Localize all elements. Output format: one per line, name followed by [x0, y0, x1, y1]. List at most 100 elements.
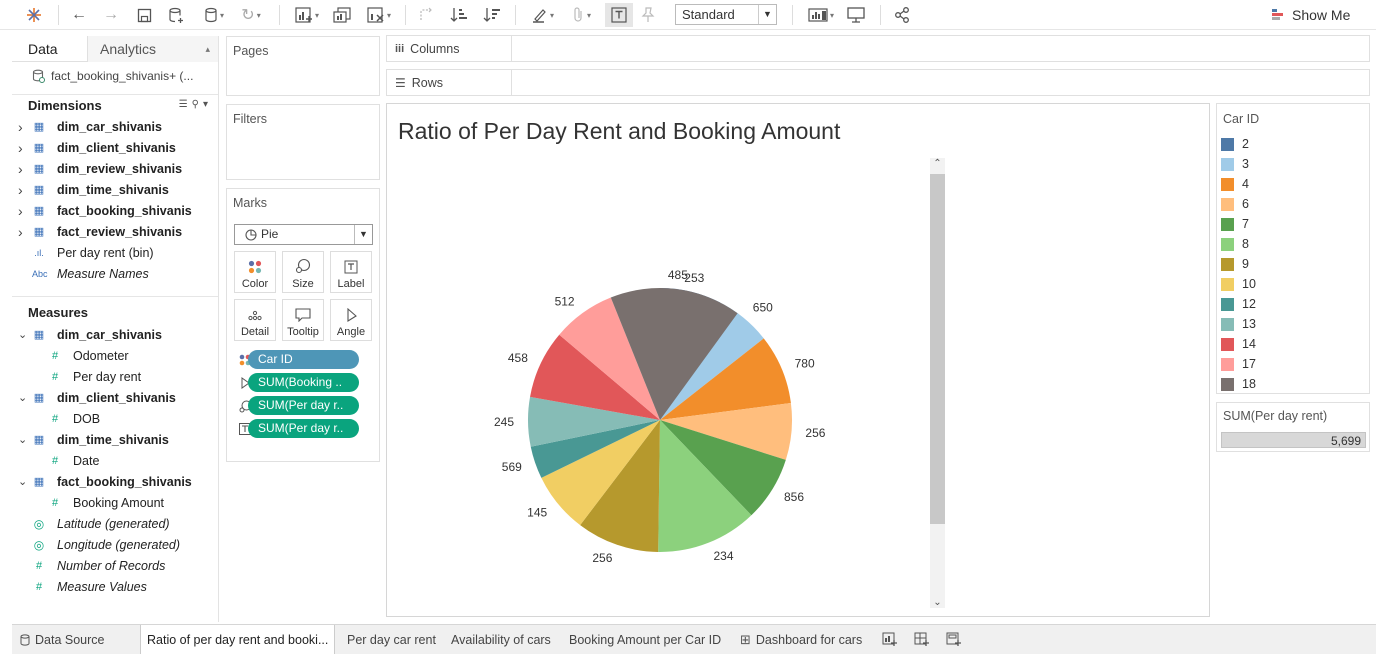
legend-item[interactable]: 3	[1221, 154, 1366, 174]
measure-dim-car-shivanis[interactable]: ⌄ ▦ dim_car_shivanis	[12, 324, 218, 345]
detail-button[interactable]: Detail	[234, 299, 276, 341]
new-dashboard-tab-icon[interactable]	[908, 625, 936, 654]
dimension-dim-client-shivanis[interactable]: › ▦ dim_client_shivanis	[12, 137, 218, 158]
chevron-down-icon[interactable]: ⌄	[18, 328, 28, 341]
share-icon[interactable]	[891, 3, 913, 27]
mark-type-dropdown[interactable]: Pie ▼	[234, 224, 373, 245]
measure-per-day-rent[interactable]: # Per day rent	[12, 366, 218, 387]
datasource-item[interactable]: fact_booking_shivanis+ (...	[12, 62, 218, 90]
chevron-right-icon[interactable]: ›	[18, 224, 28, 240]
dimension-fact-review-shivanis[interactable]: › ▦ fact_review_shivanis	[12, 221, 218, 242]
view-scrollbar[interactable]: ⌃ ⌄	[930, 158, 945, 608]
dimension-measure-names[interactable]: Abc Measure Names	[12, 263, 218, 284]
show-me-button[interactable]: Show Me	[1272, 5, 1350, 25]
chevron-right-icon[interactable]: ›	[18, 161, 28, 177]
redo-icon[interactable]: →	[100, 3, 122, 27]
sheet-tab-availability[interactable]: Availability of cars	[445, 625, 557, 654]
measure-longitude-generated[interactable]: ◎ Longitude (generated)	[12, 534, 218, 555]
rows-shelf[interactable]: ☰ Rows	[386, 69, 1370, 96]
chevron-right-icon[interactable]: ›	[18, 203, 28, 219]
new-worksheet-icon[interactable]: ▾	[289, 3, 325, 27]
dimension-dim-time-shivanis[interactable]: › ▦ dim_time_shivanis	[12, 179, 218, 200]
sheet-tab-dashboard[interactable]: ⊞ Dashboard for cars	[734, 625, 868, 654]
chevron-right-icon[interactable]: ›	[18, 140, 28, 156]
size-button[interactable]: Size	[282, 251, 324, 293]
tooltip-button[interactable]: Tooltip	[282, 299, 324, 341]
undo-icon[interactable]: ←	[68, 3, 90, 27]
pill-sum-per-day-label[interactable]: SUM(Per day r..	[248, 419, 359, 438]
legend-item[interactable]: 18	[1221, 374, 1366, 394]
columns-shelf[interactable]: iii Columns	[386, 35, 1370, 62]
dimension-per-day-rent-bin[interactable]: .ıl. Per day rent (bin)	[12, 242, 218, 263]
fit-dropdown[interactable]: Standard ▼	[675, 4, 777, 25]
scroll-thumb[interactable]	[930, 174, 945, 524]
legend-item[interactable]: 6	[1221, 194, 1366, 214]
chevron-right-icon[interactable]: ›	[18, 182, 28, 198]
legend-item[interactable]: 13	[1221, 314, 1366, 334]
save-icon[interactable]	[133, 3, 155, 27]
tab-analytics[interactable]: Analytics ▴	[87, 36, 218, 62]
chevron-right-icon[interactable]: ›	[18, 119, 28, 135]
measure-dim-time-shivanis[interactable]: ⌄ ▦ dim_time_shivanis	[12, 429, 218, 450]
filters-shelf[interactable]: Filters	[226, 104, 380, 180]
new-datasource-icon[interactable]	[164, 3, 188, 27]
measure-measure-values[interactable]: # Measure Values	[12, 576, 218, 597]
scroll-down-icon[interactable]: ⌄	[930, 597, 945, 608]
label-button[interactable]: Label	[330, 251, 372, 293]
show-mark-labels-icon[interactable]	[605, 3, 633, 27]
dimension-dim-review-shivanis[interactable]: › ▦ dim_review_shivanis	[12, 158, 218, 179]
sort-descending-icon[interactable]	[481, 3, 503, 27]
legend-item[interactable]: 9	[1221, 254, 1366, 274]
sheet-tab-booking-amount[interactable]: Booking Amount per Car ID	[563, 625, 727, 654]
tab-data-source[interactable]: Data Source	[14, 625, 110, 654]
measure-latitude-generated[interactable]: ◎ Latitude (generated)	[12, 513, 218, 534]
sort-ascending-icon[interactable]	[448, 3, 470, 27]
marks-card: Marks Pie ▼ Color Size Label Detail Tool…	[226, 188, 380, 462]
pill-car-id[interactable]: Car ID	[248, 350, 359, 369]
measure-dim-client-shivanis[interactable]: ⌄ ▦ dim_client_shivanis	[12, 387, 218, 408]
color-button[interactable]: Color	[234, 251, 276, 293]
legend-item[interactable]: 8	[1221, 234, 1366, 254]
group-members-icon[interactable]: ▾	[565, 3, 599, 27]
pill-sum-per-day-size[interactable]: SUM(Per day r..	[248, 396, 359, 415]
legend-item[interactable]: 12	[1221, 294, 1366, 314]
fix-axes-icon[interactable]	[637, 3, 659, 27]
dimension-fact-booking-shivanis[interactable]: › ▦ fact_booking_shivanis	[12, 200, 218, 221]
clear-sheet-icon[interactable]: ▾	[361, 3, 397, 27]
presentation-mode-icon[interactable]	[845, 3, 867, 27]
show-cards-icon[interactable]: ▾	[804, 3, 838, 27]
duplicate-sheet-icon[interactable]	[331, 3, 353, 27]
measure-date[interactable]: # Date	[12, 450, 218, 471]
sheet-tab-ratio[interactable]: Ratio of per day rent and booki...	[140, 625, 336, 654]
refresh-icon[interactable]: ↻ ▾	[236, 3, 266, 27]
swap-rows-columns-icon[interactable]	[415, 3, 437, 27]
legend-item[interactable]: 7	[1221, 214, 1366, 234]
highlight-icon[interactable]: ▾	[527, 3, 559, 27]
new-worksheet-tab-icon[interactable]	[876, 625, 904, 654]
scroll-up-icon[interactable]: ⌃	[930, 158, 945, 169]
measure-dob[interactable]: # DOB	[12, 408, 218, 429]
tab-data[interactable]: Data	[12, 36, 87, 62]
angle-button[interactable]: Angle	[330, 299, 372, 341]
legend-item[interactable]: 4	[1221, 174, 1366, 194]
dimension-dim-car-shivanis[interactable]: › ▦ dim_car_shivanis	[12, 116, 218, 137]
chevron-down-icon[interactable]: ⌄	[18, 391, 28, 404]
chevron-down-icon[interactable]: ⌄	[18, 475, 28, 488]
pages-shelf[interactable]: Pages	[226, 36, 380, 96]
sheet-tab-per-day-rent[interactable]: Per day car rent	[341, 625, 442, 654]
measure-booking-amount[interactable]: # Booking Amount	[12, 492, 218, 513]
new-story-tab-icon[interactable]	[940, 625, 968, 654]
legend-item[interactable]: 14	[1221, 334, 1366, 354]
measure-odometer[interactable]: # Odometer	[12, 345, 218, 366]
pill-sum-booking[interactable]: SUM(Booking ..	[248, 373, 359, 392]
chevron-down-icon[interactable]: ⌄	[18, 433, 28, 446]
legend-item[interactable]: 10	[1221, 274, 1366, 294]
measure-fact-booking-shivanis[interactable]: ⌄ ▦ fact_booking_shivanis	[12, 471, 218, 492]
legend-item[interactable]: 2	[1221, 134, 1366, 154]
pause-updates-icon[interactable]: ▾	[197, 3, 231, 27]
legend-item[interactable]: 17	[1221, 354, 1366, 374]
tableau-logo-icon[interactable]	[24, 3, 44, 27]
measure-number-of-records[interactable]: # Number of Records	[12, 555, 218, 576]
size-legend-bar[interactable]: 5,699	[1221, 432, 1366, 448]
dimension-tools-icon[interactable]: ☰⚲▾	[179, 99, 212, 110]
